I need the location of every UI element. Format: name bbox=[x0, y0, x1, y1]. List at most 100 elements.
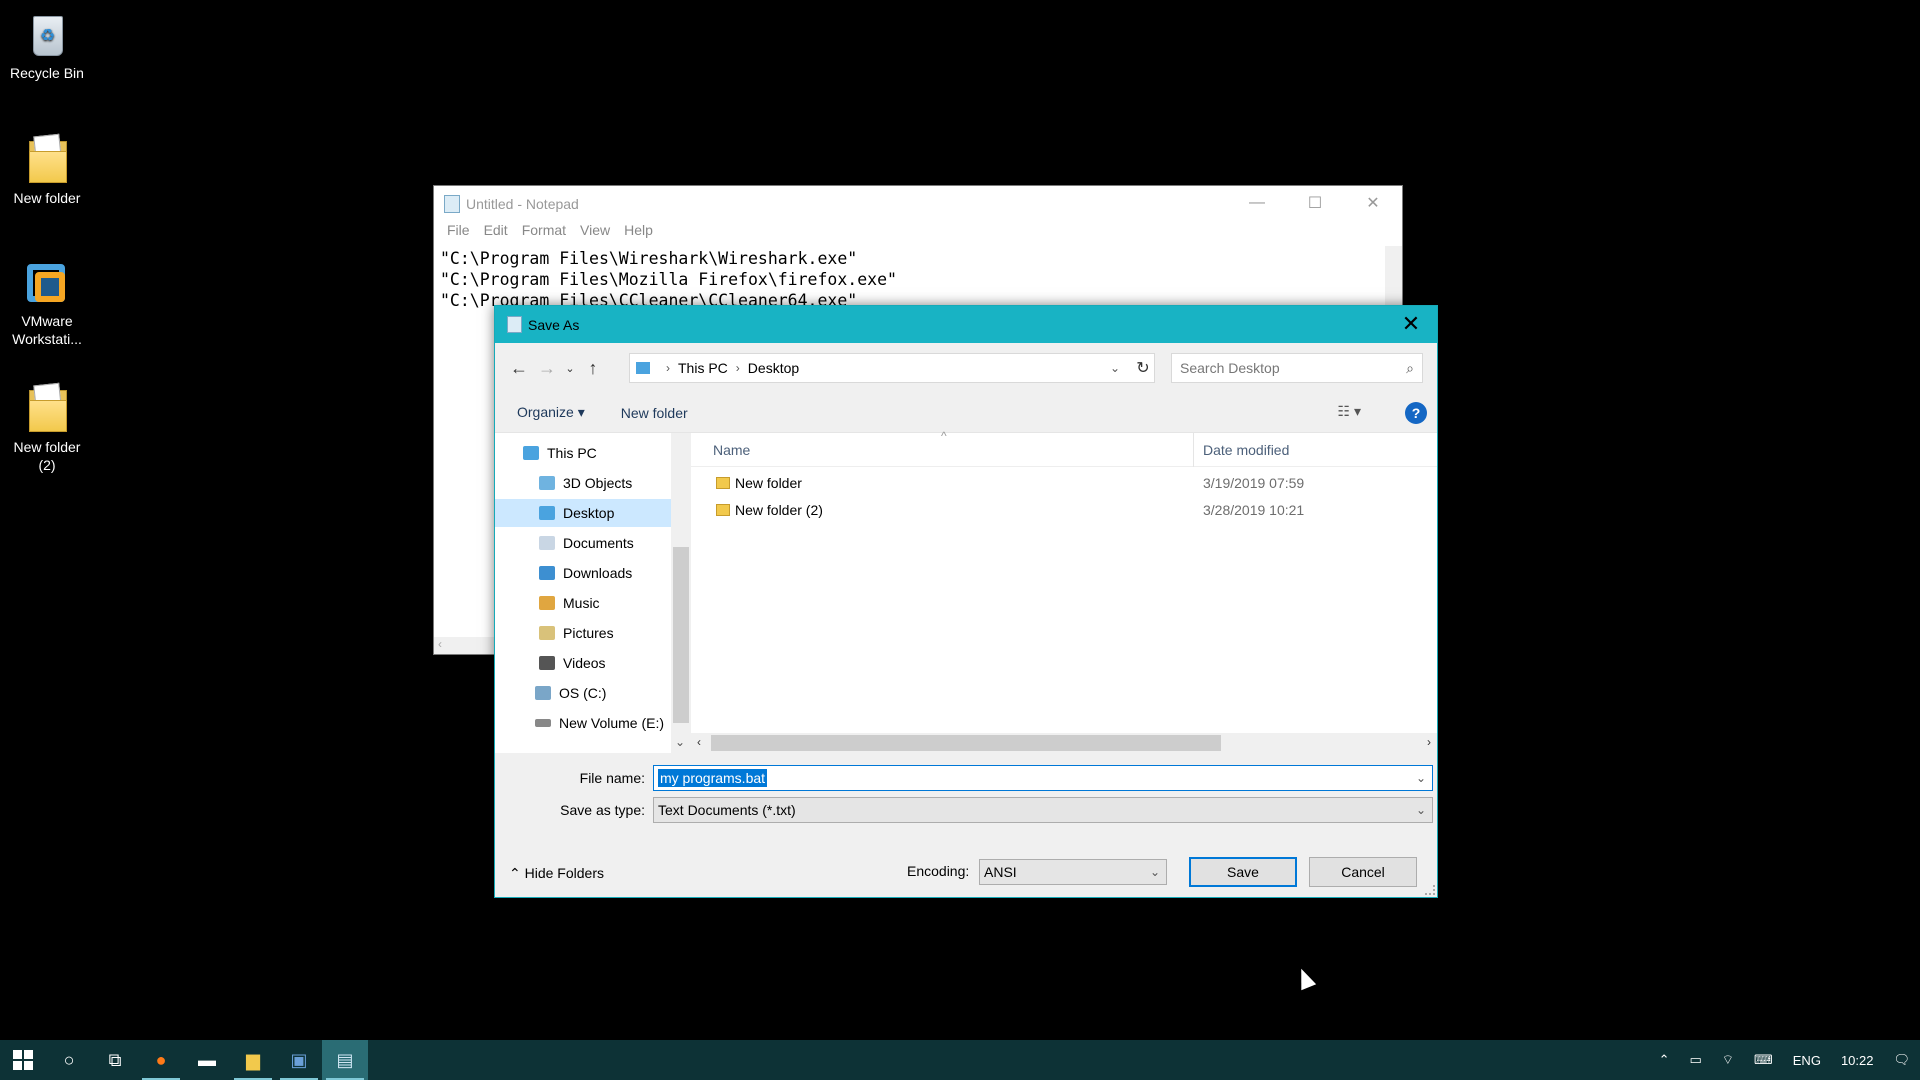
new-folder-button[interactable]: New folder bbox=[621, 405, 688, 421]
action-center-icon[interactable]: 🗨 bbox=[1883, 1052, 1920, 1068]
minimize-button[interactable]: — bbox=[1228, 186, 1286, 220]
pictures-icon bbox=[539, 626, 555, 640]
breadcrumb-this-pc[interactable]: This PC bbox=[678, 360, 728, 376]
taskbar-terminal[interactable]: ▬ bbox=[184, 1040, 230, 1080]
tree-item-music[interactable]: Music bbox=[495, 589, 671, 617]
task-view-button[interactable]: ⧉ bbox=[92, 1040, 138, 1080]
chevron-up-icon[interactable]: ⌃ bbox=[1649, 1052, 1680, 1068]
file-row-new-folder-2[interactable]: New folder (2) 3/28/2019 10:21 bbox=[691, 497, 1437, 523]
tree-item-downloads[interactable]: Downloads bbox=[495, 559, 671, 587]
desktop-icon-label: New folder (2) bbox=[13, 439, 81, 473]
keyboard-icon[interactable]: ⌨ bbox=[1744, 1052, 1783, 1068]
taskbar-wireshark[interactable]: ▣ bbox=[276, 1040, 322, 1080]
recent-locations-chevron-icon[interactable]: ⌄ bbox=[561, 354, 579, 382]
notepad-title: Untitled - Notepad bbox=[466, 196, 579, 212]
tree-item-3d-objects[interactable]: 3D Objects bbox=[495, 469, 671, 497]
desktop-icon-label: VMware Workstati... bbox=[12, 313, 82, 347]
recycle-bin-icon bbox=[23, 8, 71, 60]
search-input[interactable]: Search Desktop ⌕ bbox=[1171, 353, 1423, 383]
desktop-icon-new-folder[interactable]: New folder bbox=[4, 133, 90, 207]
videos-icon bbox=[539, 656, 555, 670]
address-bar[interactable]: › This PC › Desktop ⌄ bbox=[629, 353, 1155, 383]
vmware-icon bbox=[23, 256, 71, 308]
organize-button[interactable]: Organize ▾ bbox=[517, 404, 585, 421]
network-icon[interactable]: ⌔ bbox=[1712, 1052, 1744, 1068]
task-view-icon: ⧉ bbox=[108, 1049, 122, 1070]
breadcrumb-desktop[interactable]: Desktop bbox=[748, 360, 799, 376]
menu-edit[interactable]: Edit bbox=[477, 222, 515, 244]
search-placeholder: Search Desktop bbox=[1180, 360, 1280, 376]
tree-item-pictures[interactable]: Pictures bbox=[495, 619, 671, 647]
mouse-cursor bbox=[1293, 965, 1317, 991]
notepad-horizontal-scrollbar[interactable]: ‹ bbox=[434, 637, 494, 654]
column-divider[interactable] bbox=[1193, 433, 1194, 467]
scrollbar-thumb[interactable] bbox=[711, 735, 1221, 751]
column-date-modified[interactable]: Date modified bbox=[1203, 442, 1289, 458]
dialog-titlebar[interactable]: Save As ✕ bbox=[495, 306, 1437, 343]
menu-view[interactable]: View bbox=[573, 222, 617, 244]
cancel-button[interactable]: Cancel bbox=[1309, 857, 1417, 887]
command-bar: Organize ▾ New folder ☷ ▾ ? bbox=[495, 393, 1437, 433]
forward-button[interactable]: → bbox=[533, 354, 561, 382]
chevron-down-icon[interactable]: ⌄ bbox=[1416, 771, 1426, 785]
tree-item-os-c[interactable]: OS (C:) bbox=[495, 679, 671, 707]
close-icon[interactable]: ✕ bbox=[1391, 308, 1431, 340]
battery-icon[interactable]: ▭ bbox=[1679, 1052, 1711, 1068]
tree-item-desktop[interactable]: Desktop bbox=[495, 499, 671, 527]
navigation-pane: This PC 3D Objects Desktop Documents Dow… bbox=[495, 433, 691, 753]
hide-folders-button[interactable]: ⌃ Hide Folders bbox=[509, 865, 604, 882]
chevron-down-icon[interactable]: ⌄ bbox=[1110, 361, 1120, 375]
maximize-button[interactable]: ☐ bbox=[1286, 186, 1344, 220]
encoding-select[interactable]: ANSI ⌄ bbox=[979, 859, 1167, 885]
desktop-icon-new-folder-2[interactable]: New folder (2) bbox=[4, 382, 90, 474]
save-as-type-select[interactable]: Text Documents (*.txt) ⌄ bbox=[653, 797, 1433, 823]
tree-item-label: Downloads bbox=[563, 565, 633, 581]
taskbar-firefox[interactable]: ● bbox=[138, 1040, 184, 1080]
tree-item-this-pc[interactable]: This PC bbox=[523, 439, 671, 467]
cortana-button[interactable]: ○ bbox=[46, 1040, 92, 1080]
dialog-footer: ⌃ Hide Folders Encoding: ANSI ⌄ Save Can… bbox=[495, 833, 1437, 897]
resize-grip[interactable] bbox=[1425, 885, 1435, 895]
desktop-icon bbox=[539, 506, 555, 520]
taskbar-file-explorer[interactable]: ▆ bbox=[230, 1040, 276, 1080]
start-button[interactable] bbox=[0, 1040, 46, 1080]
change-view-icon[interactable]: ☷ ▾ bbox=[1338, 403, 1361, 420]
save-button[interactable]: Save bbox=[1189, 857, 1297, 887]
folder-icon: ▆ bbox=[246, 1049, 260, 1070]
refresh-icon[interactable]: ↻ bbox=[1131, 353, 1155, 383]
tree-item-documents[interactable]: Documents bbox=[495, 529, 671, 557]
menu-format[interactable]: Format bbox=[515, 222, 573, 244]
chevron-right-icon[interactable]: › bbox=[1427, 735, 1431, 749]
encoding-label: Encoding: bbox=[907, 863, 970, 879]
up-button[interactable]: ↑ bbox=[579, 354, 607, 382]
desktop-icon-recycle-bin[interactable]: Recycle Bin bbox=[4, 8, 90, 82]
tree-item-label: Desktop bbox=[563, 505, 615, 521]
taskbar-notepad[interactable]: ▤ bbox=[322, 1040, 368, 1080]
chevron-left-icon[interactable]: ‹ bbox=[697, 735, 701, 749]
help-icon[interactable]: ? bbox=[1405, 402, 1427, 424]
notepad-icon: ▤ bbox=[336, 1049, 354, 1070]
tree-item-label: 3D Objects bbox=[563, 475, 633, 491]
navigation-pane-scrollbar[interactable]: ⌄ bbox=[671, 433, 691, 753]
file-list-horizontal-scrollbar[interactable]: ‹ › bbox=[691, 733, 1437, 753]
language-indicator[interactable]: ENG bbox=[1783, 1053, 1831, 1068]
menu-help[interactable]: Help bbox=[617, 222, 660, 244]
chevron-down-icon[interactable]: ⌄ bbox=[675, 735, 685, 749]
chevron-down-icon: ⌄ bbox=[1415, 803, 1426, 817]
notepad-icon bbox=[507, 316, 522, 333]
tree-item-new-volume-e[interactable]: New Volume (E:) bbox=[495, 709, 671, 737]
column-name[interactable]: Name bbox=[713, 442, 750, 458]
file-name-input[interactable]: my programs.bat ⌄ bbox=[653, 765, 1433, 791]
menu-file[interactable]: File bbox=[440, 222, 477, 244]
back-button[interactable]: ← bbox=[505, 354, 533, 382]
file-row-new-folder[interactable]: New folder 3/19/2019 07:59 bbox=[691, 470, 1437, 496]
text-line: "C:\Program Files\Mozilla Firefox\firefo… bbox=[440, 270, 897, 289]
file-name: New folder (2) bbox=[735, 502, 823, 518]
scrollbar-thumb[interactable] bbox=[673, 547, 689, 723]
close-button[interactable]: ✕ bbox=[1344, 186, 1402, 220]
clock[interactable]: 10:22 bbox=[1831, 1053, 1884, 1068]
tree-item-videos[interactable]: Videos bbox=[495, 649, 671, 677]
dialog-body: This PC 3D Objects Desktop Documents Dow… bbox=[495, 429, 1437, 753]
tree-item-label: Videos bbox=[563, 655, 606, 671]
desktop-icon-vmware[interactable]: VMware Workstati... bbox=[4, 256, 90, 348]
